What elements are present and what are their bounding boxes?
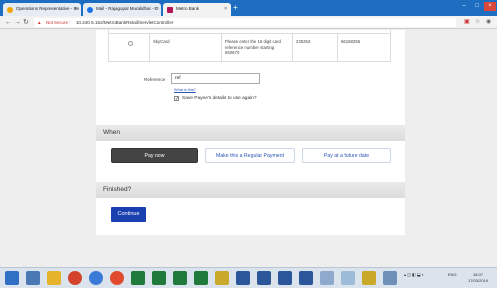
payee-table: SkyCard Please enter the 16 digit card r… xyxy=(108,30,391,62)
excel-icon[interactable] xyxy=(152,271,166,285)
clock-date: 17/03/2019 xyxy=(467,278,489,283)
tab-mail[interactable]: Mail - Rajagopal Muralidhar - O × xyxy=(83,3,161,16)
bookmark-star-icon[interactable]: ☆ xyxy=(475,17,480,28)
payee-account: 66158255 xyxy=(337,34,391,62)
word-icon[interactable] xyxy=(299,271,313,285)
chrome-icon[interactable] xyxy=(110,271,124,285)
payee-sort-code: 235253 xyxy=(292,34,337,62)
chrome-icon[interactable] xyxy=(89,271,103,285)
back-arrow-icon[interactable]: ← xyxy=(5,17,12,28)
url-text: 10.240.5.152/MetroBankRetail/ServletCont… xyxy=(75,20,174,25)
what-is-this-link[interactable]: What is this? xyxy=(174,88,196,92)
outlook-icon[interactable] xyxy=(236,271,250,285)
windows-taskbar: ▴ ◫ ◧ ⬓ ◐ ENG 16:07 17/03/2019 xyxy=(0,267,497,288)
new-tab-button[interactable]: + xyxy=(233,3,238,13)
payee-name: SkyCard xyxy=(149,34,221,62)
reference-label: Reference xyxy=(144,77,166,82)
language-indicator[interactable]: ENG xyxy=(448,272,457,278)
mail-icon[interactable] xyxy=(320,271,334,285)
url-field[interactable]: ▲ Not secure | 10.240.5.152/MetroBankRet… xyxy=(34,18,456,27)
tab-favicon-icon xyxy=(87,7,93,13)
pay-now-button[interactable]: Pay now xyxy=(111,148,198,163)
folder-icon[interactable] xyxy=(47,271,61,285)
excel-icon[interactable] xyxy=(194,271,208,285)
maximize-button[interactable]: □ xyxy=(471,2,483,11)
page-body: SkyCard Please enter the 16 digit card r… xyxy=(0,30,497,267)
forward-arrow-icon[interactable]: → xyxy=(14,17,21,28)
payment-panel: SkyCard Please enter the 16 digit card r… xyxy=(96,30,405,235)
chrome-icon[interactable] xyxy=(68,271,82,285)
save-payee-checkbox[interactable]: ✓ xyxy=(174,96,179,102)
minimize-button[interactable]: – xyxy=(458,2,470,11)
close-tab-icon[interactable]: × xyxy=(224,6,227,12)
start-icon[interactable] xyxy=(5,271,19,285)
paint-icon[interactable] xyxy=(362,271,376,285)
file-explorer-icon[interactable] xyxy=(26,271,40,285)
not-secure-label: Not secure xyxy=(45,20,69,25)
payee-radio[interactable] xyxy=(128,41,133,46)
tab-title: Metro Bank xyxy=(176,6,200,11)
when-section-header: When xyxy=(96,125,405,141)
tab-favicon-icon xyxy=(167,7,173,13)
browser-tab-bar: Operations Representative - Se × Mail - … xyxy=(0,0,497,16)
reference-input[interactable]: ref xyxy=(171,73,260,84)
future-date-button[interactable]: Pay at a future date xyxy=(302,148,391,163)
address-bar: ← → ↻ ▲ Not secure | 10.240.5.152/MetroB… xyxy=(0,16,497,29)
tab-title: Operations Representative - Se xyxy=(16,6,80,11)
finished-section-header: Finished? xyxy=(96,182,405,198)
close-tab-icon[interactable]: × xyxy=(74,6,77,12)
keyboard-icon[interactable] xyxy=(383,271,397,285)
outlook-icon[interactable] xyxy=(257,271,271,285)
extension-icon[interactable]: ▣ xyxy=(464,17,470,28)
regular-payment-button[interactable]: Make this a Regular Payment xyxy=(205,148,295,163)
profile-icon[interactable]: ◉ xyxy=(486,17,491,28)
close-window-button[interactable]: × xyxy=(484,2,496,11)
network-icon[interactable] xyxy=(341,271,355,285)
payee-description: Please enter the 16 digit card reference… xyxy=(221,34,292,62)
save-payee-label: Save Payee's details to use again? xyxy=(182,96,257,101)
tab-metro-bank[interactable]: Metro Bank × xyxy=(163,3,231,16)
tab-operations[interactable]: Operations Representative - Se × xyxy=(3,3,81,16)
warning-icon: ▲ xyxy=(37,20,42,25)
reload-icon[interactable]: ↻ xyxy=(23,17,29,28)
paint-icon[interactable] xyxy=(215,271,229,285)
close-tab-icon[interactable]: × xyxy=(154,6,157,12)
excel-icon[interactable] xyxy=(173,271,187,285)
tab-title: Mail - Rajagopal Muralidhar - O xyxy=(96,6,159,11)
continue-button[interactable]: Continue xyxy=(111,207,146,222)
clock[interactable]: 16:07 17/03/2019 xyxy=(462,272,494,284)
excel-icon[interactable] xyxy=(131,271,145,285)
outlook-icon[interactable] xyxy=(278,271,292,285)
tab-favicon-icon xyxy=(7,7,13,13)
tray-icons[interactable]: ▴ ◫ ◧ ⬓ ◐ xyxy=(404,272,424,278)
